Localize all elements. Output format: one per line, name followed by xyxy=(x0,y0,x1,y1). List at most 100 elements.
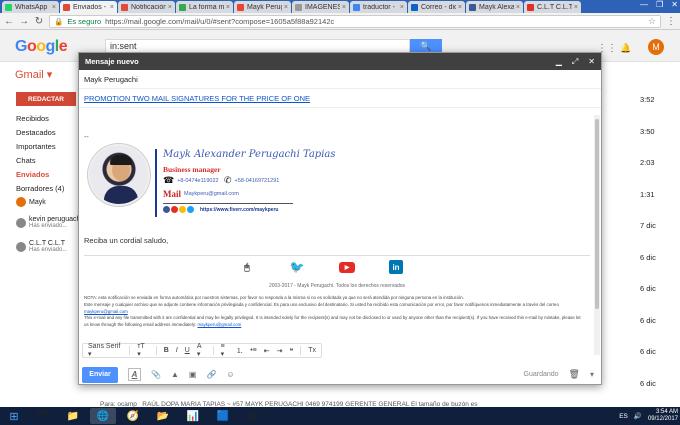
to-field[interactable]: Mayk Perugachi xyxy=(79,70,601,89)
more-options-icon[interactable]: ▾ xyxy=(590,370,594,379)
close-tab-icon[interactable]: × xyxy=(516,4,520,11)
message-body[interactable]: -- Mayk Alexander Perugachi Tapias Busin… xyxy=(79,109,595,337)
start-icon[interactable]: ⊞ xyxy=(2,408,26,424)
close-tab-icon[interactable]: × xyxy=(284,4,288,11)
notice-email-link[interactable]: maykperu@gmail.com xyxy=(84,309,128,314)
signature-role: Business manager xyxy=(163,165,221,174)
back-icon[interactable]: ← xyxy=(4,16,14,27)
minimize-icon[interactable]: ▁ xyxy=(556,57,562,67)
url-input[interactable]: 🔒 Es seguro https://mail.google.com/mail… xyxy=(49,14,661,28)
close-icon[interactable]: ✕ xyxy=(588,57,595,67)
sidebar-item[interactable]: Chats xyxy=(16,156,36,165)
phone-2-text: +58-04169721291 xyxy=(234,177,280,184)
taskbar-app-icon[interactable]: 🗂 xyxy=(30,408,56,424)
browser-tab[interactable]: traductor - × xyxy=(350,1,407,13)
tab-favicon-icon xyxy=(5,3,12,11)
close-icon[interactable]: ✕ xyxy=(671,0,678,9)
twitter-icon[interactable]: 🐦 xyxy=(289,260,305,274)
send-button[interactable]: Enviar xyxy=(82,366,118,383)
numbered-list-icon[interactable]: ⒈ xyxy=(236,346,243,356)
attach-icon[interactable]: 📎 xyxy=(151,370,161,379)
taskbar-app-icon[interactable]: 🧭 xyxy=(120,408,146,424)
close-tab-icon[interactable]: × xyxy=(110,4,114,11)
browser-tab[interactable]: Mayk Alexa × xyxy=(466,1,523,13)
youtube-icon[interactable]: ▶ xyxy=(339,261,355,273)
linkedin-icon[interactable]: in xyxy=(389,260,403,274)
sidebar-item[interactable]: Borradores (4) xyxy=(16,184,64,193)
maximize-icon[interactable]: ❐ xyxy=(656,0,663,9)
trash-icon[interactable]: 🗑 xyxy=(569,369,580,380)
photo-icon[interactable]: ▣ xyxy=(189,370,197,379)
browser-tab[interactable]: WhatsApp × xyxy=(2,1,59,13)
close-tab-icon[interactable]: × xyxy=(574,4,578,11)
indent-less-icon[interactable]: ⇤ xyxy=(264,347,270,355)
taskbar-app-icon[interactable]: 🖼 xyxy=(240,408,266,424)
subject-field[interactable]: PROMOTION TWO MAIL SIGNATURES FOR THE PR… xyxy=(79,89,601,108)
volume-icon[interactable]: 🔊 xyxy=(634,412,642,420)
browser-tab[interactable]: IMAGENES × xyxy=(292,1,349,13)
sidebar-item[interactable]: Enviados xyxy=(16,170,49,179)
font-select[interactable]: Sans Serif ▾ xyxy=(88,343,122,358)
font-size-icon[interactable]: тT ▾ xyxy=(137,343,149,358)
close-tab-icon[interactable]: × xyxy=(168,4,172,11)
language-indicator[interactable]: ES xyxy=(619,413,628,420)
sidebar-item[interactable]: Recibidos xyxy=(16,114,49,123)
close-tab-icon[interactable]: × xyxy=(342,4,346,11)
notice-email-link-2[interactable]: maykperu@gmail.com xyxy=(198,322,242,327)
bookmark-star-icon[interactable]: ☆ xyxy=(648,16,656,27)
hangouts-self[interactable]: Mayk xyxy=(16,197,46,207)
browser-tab[interactable]: C.L.T C.L.T × xyxy=(524,1,581,13)
forward-icon[interactable]: → xyxy=(19,16,29,27)
taskbar-app-icon[interactable]: 🌐 xyxy=(90,408,116,424)
hangouts-contact[interactable]: C.L.T C.L.T Has enviado... xyxy=(16,240,67,253)
minimize-icon[interactable]: — xyxy=(640,0,648,9)
close-tab-icon[interactable]: × xyxy=(400,4,404,11)
browser-tab[interactable]: Enviados - mau× xyxy=(60,1,117,13)
signature-email[interactable]: Maykperu@gmail.com xyxy=(184,191,239,197)
indent-more-icon[interactable]: ⇥ xyxy=(277,347,283,355)
account-avatar[interactable]: M xyxy=(648,39,664,55)
compose-title-bar[interactable]: Mensaje nuevo ▁ ⤢ ✕ xyxy=(79,53,601,70)
tab-favicon-icon xyxy=(179,3,186,11)
quote-icon[interactable]: ❝ xyxy=(290,347,294,355)
taskbar-app-icon[interactable]: 📂 xyxy=(150,408,176,424)
clock[interactable]: 3:54 AM 09/12/2017 xyxy=(648,409,678,424)
close-tab-icon[interactable]: × xyxy=(226,4,230,11)
fullscreen-icon[interactable]: ⤢ xyxy=(572,57,578,67)
address-bar: ← → ↻ 🔒 Es seguro https://mail.google.co… xyxy=(0,13,680,30)
link-icon[interactable]: 🔗 xyxy=(206,370,216,379)
gmail-menu-label[interactable]: Gmail ▾ xyxy=(15,68,52,81)
underline-icon[interactable]: U xyxy=(185,347,190,354)
reload-icon[interactable]: ↻ xyxy=(34,16,44,27)
browser-tab[interactable]: Mayk Peruga× xyxy=(234,1,291,13)
browser-tab[interactable]: Correo - dic × xyxy=(408,1,465,13)
browser-menu-icon[interactable]: ⋮ xyxy=(666,16,676,27)
notifications-icon[interactable]: 🔔 xyxy=(620,43,631,54)
compose-button[interactable]: REDACTAR xyxy=(16,92,76,106)
clear-format-icon[interactable]: Tx xyxy=(308,347,316,354)
drive-icon[interactable]: ▲ xyxy=(171,370,179,379)
compose-scrollbar[interactable] xyxy=(594,115,600,355)
formatting-options-icon[interactable]: A xyxy=(128,368,141,381)
browser-tab[interactable]: La forma más× xyxy=(176,1,233,13)
compose-actions: Enviar A 📎 ▲ ▣ 🔗 ☺ Guardando 🗑 ▾ xyxy=(79,364,601,385)
signature-phone-2: ✆ +58-04169721291 xyxy=(224,175,279,186)
taskbar-app-icon[interactable]: 🟦 xyxy=(210,408,236,424)
close-tab-icon[interactable]: × xyxy=(52,4,56,11)
close-tab-icon[interactable]: × xyxy=(458,4,462,11)
italic-icon[interactable]: I xyxy=(176,347,178,354)
signature-url[interactable]: https://www.fiverr.com/maykperu xyxy=(200,207,278,213)
sidebar-item[interactable]: Destacados xyxy=(16,128,56,137)
hangouts-contact[interactable]: kevin peruguach Has enviado... xyxy=(16,216,80,229)
google-logo[interactable]: Google xyxy=(15,38,68,56)
align-icon[interactable]: ≡ ▾ xyxy=(221,343,230,358)
taskbar-app-icon[interactable]: 📁 xyxy=(60,408,86,424)
mouse-icon[interactable]: 🖱 xyxy=(239,260,255,274)
bold-icon[interactable]: B xyxy=(164,347,169,354)
taskbar-app-icon[interactable]: 📊 xyxy=(180,408,206,424)
emoji-icon[interactable]: ☺ xyxy=(226,370,234,379)
browser-tab[interactable]: Notificación × xyxy=(118,1,175,13)
sidebar-item[interactable]: Importantes xyxy=(16,142,56,151)
bulleted-list-icon[interactable]: •≡ xyxy=(250,347,257,354)
text-color-icon[interactable]: A ▾ xyxy=(197,343,206,358)
